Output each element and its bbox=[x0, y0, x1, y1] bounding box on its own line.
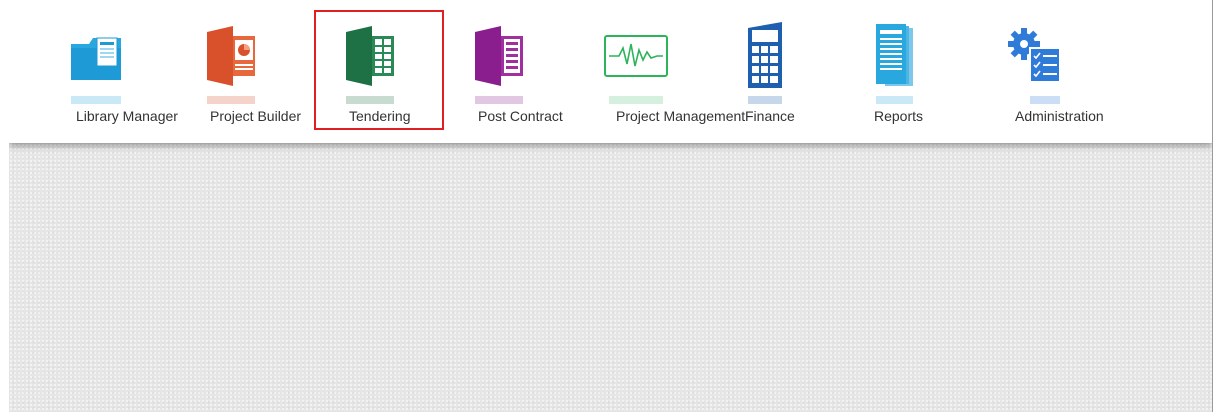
module-label: Reports bbox=[874, 108, 924, 124]
left-border bbox=[0, 0, 9, 412]
spreadsheet-icon bbox=[332, 18, 406, 108]
document-book-icon bbox=[461, 18, 535, 108]
calculator-icon bbox=[728, 18, 802, 108]
folder-document-icon bbox=[59, 18, 133, 108]
module-label: Administration bbox=[1015, 108, 1104, 124]
powerpoint-icon bbox=[193, 18, 267, 108]
workspace-area bbox=[9, 143, 1212, 412]
gear-checklist-icon bbox=[998, 18, 1072, 108]
module-label: Project Builder bbox=[210, 108, 302, 124]
module-label: Post Contract bbox=[478, 108, 563, 124]
report-pages-icon bbox=[857, 18, 931, 108]
module-label: Project Management bbox=[616, 108, 746, 124]
module-toolbar: Library Manager Project Builder Tenderin… bbox=[9, 0, 1212, 143]
module-label: Finance bbox=[745, 108, 795, 124]
module-label: Tendering bbox=[349, 108, 411, 124]
module-label: Library Manager bbox=[76, 108, 178, 124]
activity-monitor-icon bbox=[599, 18, 673, 108]
app-window: Library Manager Project Builder Tenderin… bbox=[0, 0, 1215, 412]
